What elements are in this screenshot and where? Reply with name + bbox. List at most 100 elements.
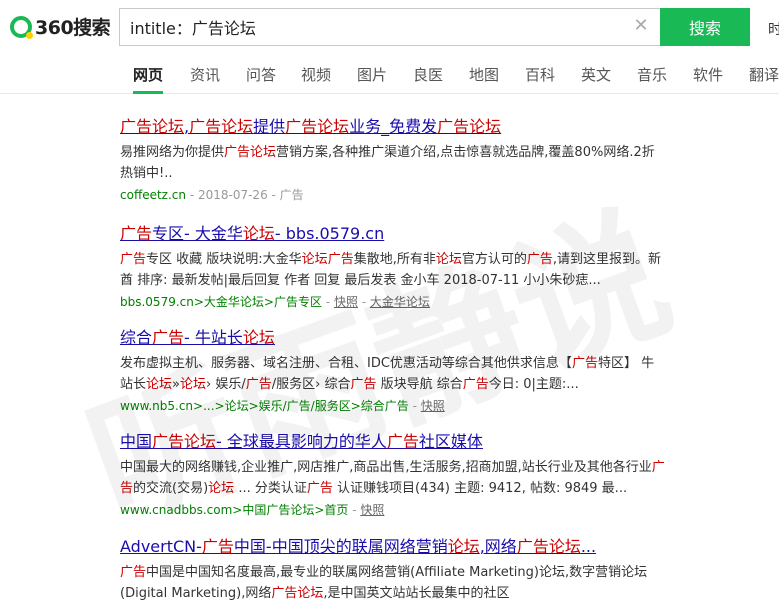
- snippet-text: › 娱乐/: [206, 377, 246, 392]
- url-text: bbs.0579.cn>大金华论坛>广告专区: [120, 295, 322, 309]
- title-text: - bbs.0579.cn: [274, 224, 385, 243]
- highlight-term: 广告论坛: [120, 117, 185, 136]
- search-result: 中国广告论坛- 全球最具影响力的华人广告社区媒体中国最大的网络赚钱,企业推广,网…: [120, 431, 665, 520]
- snippet-text: 易推网络为你提供: [120, 145, 225, 160]
- snapshot-link[interactable]: 快照: [334, 295, 358, 309]
- highlight-term: 广告论坛: [437, 117, 502, 136]
- logo-text: 360搜索: [35, 17, 111, 39]
- title-text: 业务_免费发: [349, 117, 438, 136]
- result-snippet: 广告专区 收藏 版块说明:大金华论坛广告集散地,所有非论坛官方认可的广告,请到这…: [120, 249, 665, 291]
- result-title-link[interactable]: 中国广告论坛- 全球最具影响力的华人广告社区媒体: [120, 431, 665, 453]
- vertical-tabs: 网页 资讯 问答 视频 图片 良医 地图 百科 英文 音乐 软件 翻译: [0, 58, 779, 94]
- title-text: ,网络: [479, 537, 517, 556]
- snapshot-link[interactable]: 大金华论坛: [370, 295, 430, 309]
- highlight-term: 论坛: [242, 328, 275, 347]
- result-title-link[interactable]: 广告论坛,广告论坛提供广告论坛业务_免费发广告论坛: [120, 116, 665, 138]
- tab-1[interactable]: 资讯: [190, 58, 220, 94]
- snippet-text: /服务区› 综合: [271, 377, 351, 392]
- title-text: ...: [580, 537, 597, 556]
- title-text: 中国-中国顶尖的联属网络营销: [233, 537, 448, 556]
- highlight-term: 论坛: [146, 377, 173, 392]
- result-url: bbs.0579.cn>大金华论坛>广告专区 - 快照 - 大金华论坛: [120, 292, 665, 312]
- snippet-text: »: [172, 377, 180, 392]
- tab-9[interactable]: 音乐: [637, 58, 667, 94]
- search-button[interactable]: 搜索: [660, 8, 750, 46]
- logo-icon: [10, 15, 33, 39]
- snippet-text: 发布虚拟主机、服务器、域名注册、合租、IDC优惠活动等综合其他供求信息【: [120, 356, 572, 371]
- result-url: www.cnadbbs.com>中国广告论坛>首页 - 快照: [120, 500, 665, 520]
- tab-0[interactable]: 网页: [133, 58, 164, 94]
- highlight-term: 论坛: [208, 481, 235, 496]
- snippet-text: 中国最大的网络赚钱,企业推广,网店推广,商品出售,生活服务,招商加盟,站长行业及…: [120, 460, 652, 475]
- tab-11[interactable]: 翻译: [749, 58, 779, 94]
- snippet-text: 集散地,所有非: [353, 252, 436, 267]
- highlight-term: 论坛: [435, 252, 462, 267]
- highlight-term: 广告: [120, 565, 147, 580]
- search-result: AdvertCN-广告中国-中国顶尖的联属网络营销论坛,网络广告论坛... 广告中…: [120, 536, 665, 604]
- highlight-term: 广告: [152, 328, 185, 347]
- highlight-term: 论坛: [301, 252, 328, 267]
- url-text: www.cnadbbs.com>中国广告论坛>首页: [120, 503, 349, 517]
- snippet-text: 的交流(交易): [133, 481, 209, 496]
- search-box: ✕: [119, 8, 661, 46]
- meta-text: -: [321, 295, 334, 309]
- highlight-term: 论坛: [447, 537, 480, 556]
- result-snippet: 中国最大的网络赚钱,企业推广,网店推广,商品出售,生活服务,招商加盟,站长行业及…: [120, 457, 665, 499]
- search-result: 综合广告- 牛站长论坛发布虚拟主机、服务器、域名注册、合租、IDC优惠活动等综合…: [120, 327, 665, 416]
- meta-text: -: [408, 399, 421, 413]
- highlight-term: 广告: [201, 537, 234, 556]
- snapshot-link[interactable]: 快照: [360, 503, 384, 517]
- title-text: 提供: [253, 117, 286, 136]
- search-result: 广告专区- 大金华论坛- bbs.0579.cn 广告专区 收藏 版块说明:大金华…: [120, 223, 665, 312]
- time-filter-label[interactable]: 时: [768, 19, 779, 39]
- highlight-term: 广告: [571, 356, 598, 371]
- result-title-link[interactable]: 综合广告- 牛站长论坛: [120, 327, 665, 349]
- result-title-link[interactable]: AdvertCN-广告中国-中国顶尖的联属网络营销论坛,网络广告论坛...: [120, 536, 665, 558]
- tab-8[interactable]: 英文: [581, 58, 611, 94]
- highlight-term: 广告: [327, 252, 354, 267]
- snippet-text: 官方认可的: [461, 252, 527, 267]
- tab-5[interactable]: 良医: [413, 58, 443, 94]
- tab-10[interactable]: 软件: [693, 58, 723, 94]
- search-result: 广告论坛,广告论坛提供广告论坛业务_免费发广告论坛 易推网络为你提供广告论坛营销方…: [120, 116, 665, 205]
- snippet-text: 认证赚钱项目(434) 主题: 9412, 帖数: 9849 最...: [332, 481, 628, 496]
- snapshot-link[interactable]: 快照: [421, 399, 445, 413]
- result-url: coffeetz.cn - 2018-07-26 - 广告: [120, 185, 665, 205]
- highlight-term: 广告: [120, 252, 147, 267]
- search-input[interactable]: [130, 9, 610, 45]
- meta-text: -: [348, 503, 361, 517]
- highlight-term: 广告: [526, 252, 553, 267]
- highlight-term: 广告: [306, 481, 333, 496]
- logo[interactable]: 360搜索: [10, 13, 111, 40]
- tab-2[interactable]: 问答: [246, 58, 276, 94]
- result-snippet: 广告中国是中国知名度最高,最专业的联属网络营销(Affiliate Market…: [120, 562, 665, 604]
- result-title-link[interactable]: 广告专区- 大金华论坛- bbs.0579.cn: [120, 223, 665, 245]
- highlight-term: 广告: [462, 377, 489, 392]
- snippet-text: 专区 收藏 版块说明:大金华: [146, 252, 302, 267]
- highlight-term: 广告论坛: [189, 117, 254, 136]
- tab-7[interactable]: 百科: [525, 58, 555, 94]
- snippet-text: 今日: 0|主题:...: [488, 377, 579, 392]
- highlight-term: 广告: [245, 377, 272, 392]
- clear-icon[interactable]: ✕: [631, 16, 651, 36]
- snippet-text: 版块导航 综合: [376, 377, 463, 392]
- meta-text: - 广告: [267, 188, 304, 202]
- url-text: www.nb5.cn>...>论坛>娱乐/广告/服务区>综合广告: [120, 399, 409, 413]
- title-text: 专区- 大金华: [152, 224, 243, 243]
- title-text: 社区媒体: [418, 432, 483, 451]
- highlight-term: 论坛: [180, 377, 207, 392]
- tab-3[interactable]: 视频: [301, 58, 331, 94]
- highlight-term: 论坛: [242, 224, 275, 243]
- result-snippet: 发布虚拟主机、服务器、域名注册、合租、IDC优惠活动等综合其他供求信息【广告特区…: [120, 353, 665, 395]
- highlight-term: 广告: [386, 432, 419, 451]
- meta-text: -: [357, 295, 370, 309]
- title-text: - 全球最具影响力的华人: [216, 432, 387, 451]
- highlight-term: 广告论坛: [516, 537, 581, 556]
- url-text: coffeetz.cn: [120, 188, 186, 202]
- tab-4[interactable]: 图片: [357, 58, 387, 94]
- top-bar: 360搜索 ✕ 搜索 时: [0, 0, 779, 58]
- highlight-term: 广告: [350, 377, 377, 392]
- title-text: - 牛站长: [184, 328, 243, 347]
- title-text: AdvertCN-: [120, 537, 202, 556]
- tab-6[interactable]: 地图: [469, 58, 499, 94]
